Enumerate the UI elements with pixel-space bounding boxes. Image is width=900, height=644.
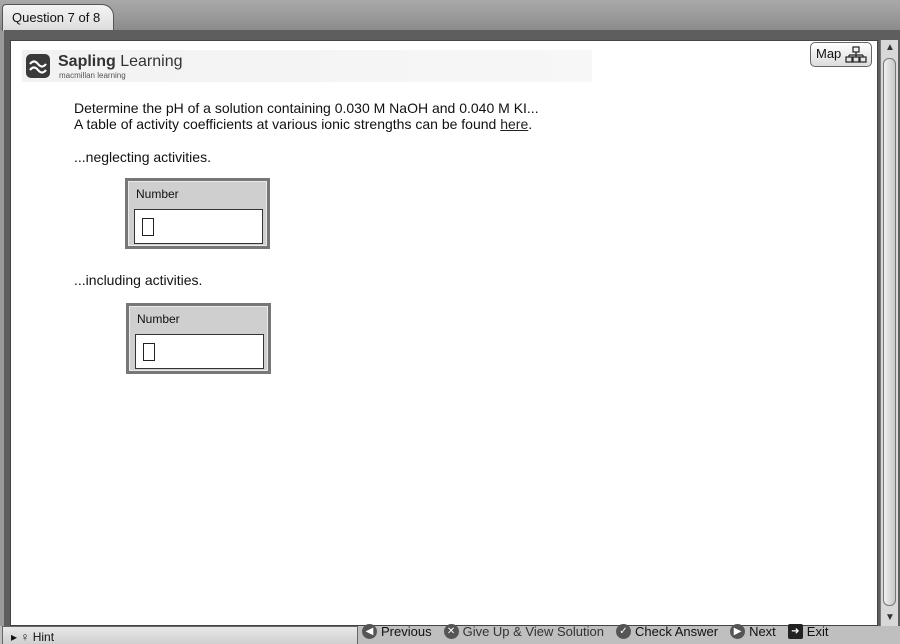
previous-button[interactable]: ◀ Previous (362, 623, 432, 639)
arrow-left-circle-icon: ◀ (362, 623, 377, 639)
question-line-2: A table of activity coefficients at vari… (74, 116, 533, 132)
map-button-label: Map (816, 46, 842, 61)
exit-door-icon: ➜ (787, 623, 803, 639)
next-button[interactable]: ▶ Next (730, 623, 776, 639)
sapling-logo-icon (26, 54, 50, 78)
top-tab-bar: Question 7 of 8 (0, 0, 900, 31)
logo-title: Sapling Learning (58, 53, 183, 70)
map-button[interactable]: Map (810, 42, 872, 67)
question-tab[interactable]: Question 7 of 8 (2, 4, 114, 31)
exit-button[interactable]: ➜ Exit (787, 623, 828, 639)
part-2-label: ...including activities. (74, 272, 203, 288)
scroll-thumb[interactable] (883, 58, 896, 606)
question-text: Determine the pH of a solution containin… (74, 100, 539, 132)
give-up-button[interactable]: ✕ Give Up & View Solution (443, 623, 604, 639)
hint-tab[interactable]: ▸ ♀ Hint (2, 626, 358, 644)
part-1-label: ...neglecting activities. (74, 149, 211, 165)
part-1-number-input[interactable] (134, 209, 263, 244)
arrow-right-circle-icon: ▶ (730, 623, 746, 639)
part-1-number-label: Number (136, 187, 179, 201)
activity-table-link[interactable]: here (500, 116, 528, 132)
check-circle-icon: ✓ (615, 623, 631, 639)
hint-label: ▸ ♀ Hint (11, 630, 55, 644)
text-cursor (142, 218, 154, 236)
check-answer-button[interactable]: ✓ Check Answer (615, 623, 718, 639)
scroll-down-icon[interactable]: ▼ (881, 610, 899, 626)
question-line-1: Determine the pH of a solution containin… (74, 100, 539, 116)
part-1-number-widget: Number (125, 178, 270, 249)
sapling-logo: Sapling Learning macmillan learning (22, 50, 592, 82)
lightbulb-icon: ♀ (20, 630, 30, 644)
sitemap-icon (845, 46, 867, 63)
action-toolbar: ◀ Previous ✕ Give Up & View Solution ✓ C… (362, 620, 828, 642)
x-circle-icon: ✕ (443, 623, 459, 639)
scroll-up-icon[interactable]: ▲ (881, 40, 899, 56)
vertical-scrollbar[interactable]: ▲ ▼ (880, 40, 898, 626)
text-cursor (143, 343, 155, 361)
part-2-number-label: Number (137, 312, 180, 326)
question-tab-label: Question 7 of 8 (12, 10, 101, 25)
part-2-number-widget: Number (126, 303, 271, 374)
part-2-number-input[interactable] (135, 334, 264, 369)
logo-subtitle: macmillan learning (59, 71, 126, 80)
